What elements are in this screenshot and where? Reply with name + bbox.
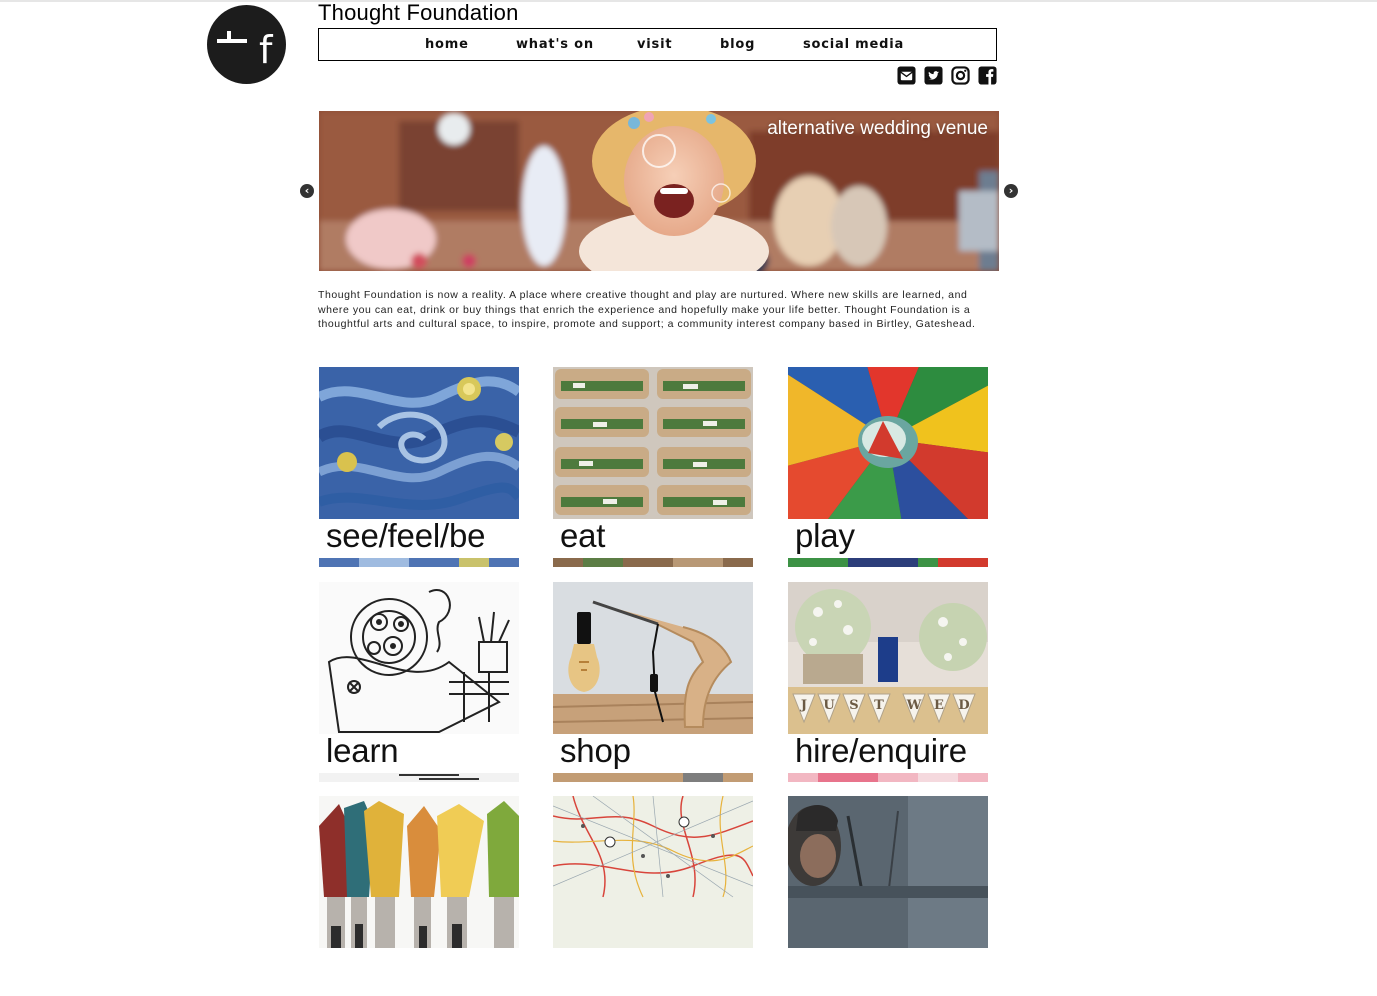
nav-blog[interactable]: blog — [720, 37, 755, 52]
tile-label-band — [788, 948, 988, 987]
tile-label-band — [319, 948, 519, 987]
chevron-left-icon[interactable]: ‹ — [300, 184, 314, 198]
tile-image — [319, 796, 519, 948]
hero-slider[interactable]: alternative wedding venue — [319, 111, 999, 271]
tile-label-band — [553, 948, 753, 987]
logo-f-letter: f — [259, 28, 273, 72]
tile-label: learn — [326, 732, 399, 769]
tile-image — [788, 367, 988, 519]
instagram-icon[interactable] — [951, 66, 970, 85]
nav-whats-on[interactable]: what's on — [516, 37, 594, 52]
tile-label: eat — [560, 517, 606, 554]
tile-music[interactable] — [788, 796, 988, 996]
svg-text:J: J — [800, 698, 807, 713]
tile-image: J US T WED — [788, 582, 988, 734]
chevron-right-icon[interactable]: › — [1004, 184, 1018, 198]
nav-social-media[interactable]: social media — [803, 37, 904, 52]
top-border — [0, 0, 1377, 2]
tile-image — [319, 367, 519, 519]
site-title[interactable]: Thought Foundation — [318, 0, 519, 26]
site-logo[interactable]: f — [207, 5, 286, 84]
nav-visit[interactable]: visit — [637, 37, 672, 52]
svg-text:U: U — [823, 698, 835, 713]
tile-brushes[interactable] — [319, 796, 519, 996]
next-glyph: › — [1008, 184, 1014, 197]
twitter-icon[interactable] — [924, 66, 943, 85]
tile-play[interactable]: play — [788, 367, 988, 567]
logo-mark-bar — [217, 39, 247, 43]
svg-text:D: D — [958, 698, 969, 713]
tile-image-strip — [319, 558, 519, 567]
tile-image — [553, 582, 753, 734]
svg-text:S: S — [849, 698, 858, 713]
tile-label: see/feel/be — [326, 517, 486, 554]
facebook-icon[interactable] — [978, 66, 997, 85]
intro-text: Thought Foundation is now a reality. A p… — [318, 289, 976, 330]
tile-image-strip — [788, 558, 988, 567]
logo-mark-stem — [227, 31, 231, 43]
slide-caption: alternative wedding venue — [767, 118, 988, 139]
tile-map[interactable] — [553, 796, 753, 996]
tile-shop[interactable]: shop — [553, 582, 753, 782]
tile-image — [788, 796, 988, 948]
svg-text:T: T — [874, 698, 884, 713]
tile-image-strip — [553, 773, 753, 782]
tile-hire-enquire[interactable]: J US T WED hire/enquire — [788, 582, 988, 782]
main-nav: home what's on visit blog social media — [318, 28, 997, 61]
prev-glyph: ‹ — [304, 184, 310, 197]
tile-image-strip — [788, 773, 988, 782]
tile-image — [553, 796, 753, 948]
tile-label: play — [795, 517, 855, 554]
tile-image-strip — [319, 773, 519, 782]
svg-text:W: W — [906, 698, 922, 713]
svg-text:E: E — [934, 698, 944, 713]
email-icon[interactable] — [897, 66, 916, 85]
tile-image — [319, 582, 519, 734]
tile-label: shop — [560, 732, 631, 769]
tile-image-strip — [553, 558, 753, 567]
tile-image — [553, 367, 753, 519]
tile-label: hire/enquire — [795, 732, 967, 769]
tile-see-feel-be[interactable]: see/feel/be — [319, 367, 519, 567]
tile-learn[interactable]: learn — [319, 582, 519, 782]
nav-home[interactable]: home — [425, 37, 469, 52]
tile-eat[interactable]: eat — [553, 367, 753, 567]
